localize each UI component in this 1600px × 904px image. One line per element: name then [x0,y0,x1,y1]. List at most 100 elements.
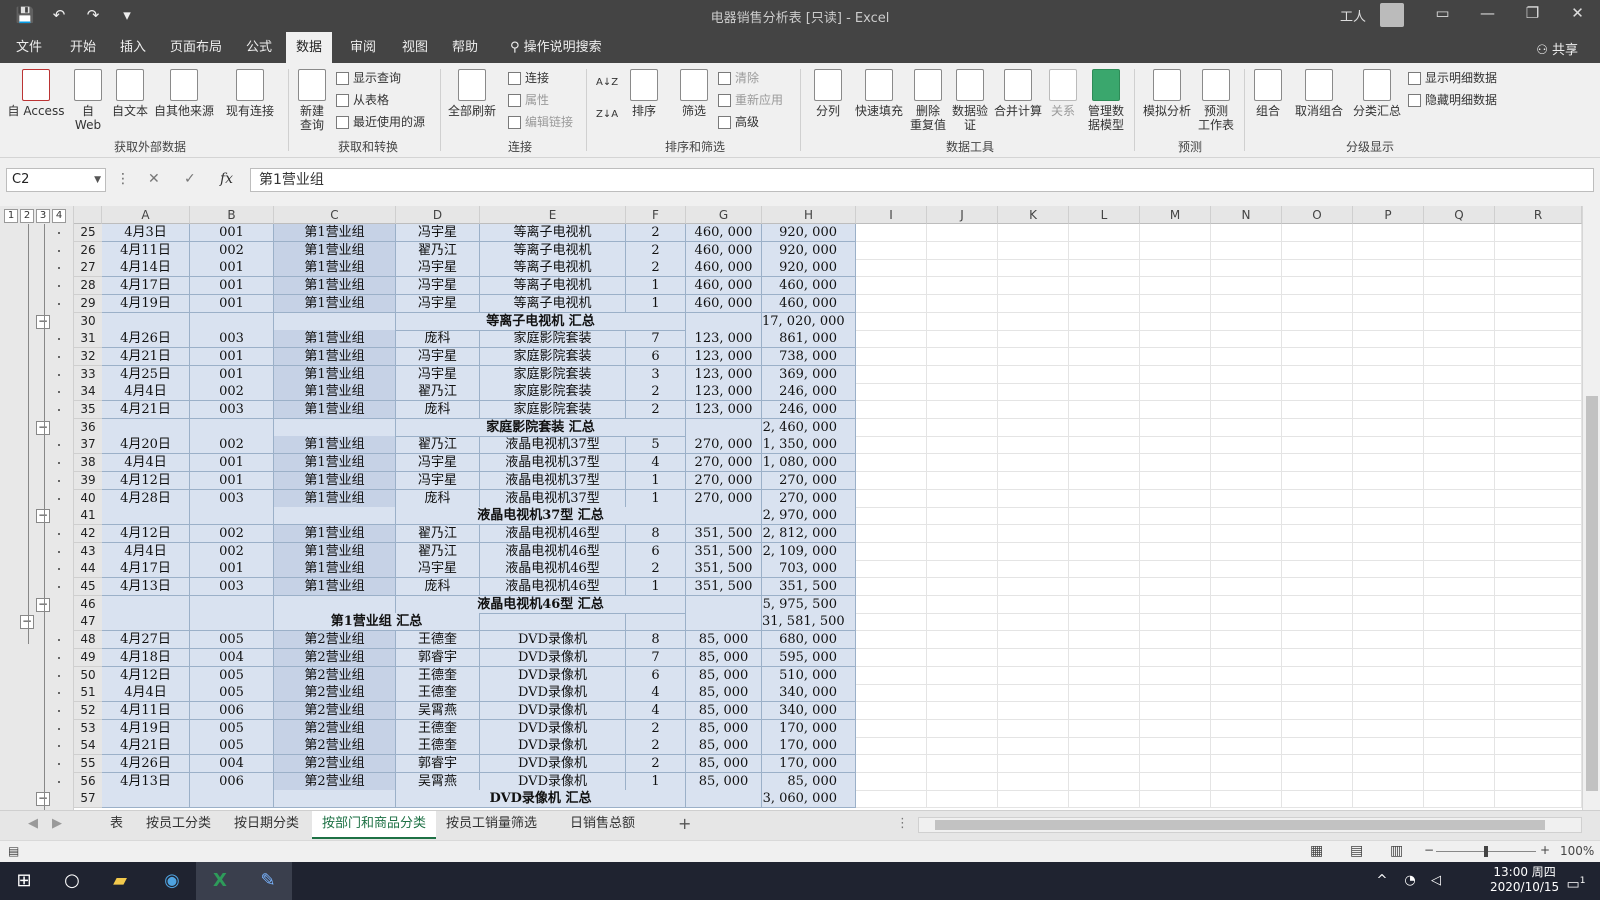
col-d-cell[interactable]: 冯宇星 [396,348,480,366]
empty-cell[interactable] [1424,649,1495,667]
col-e-cell[interactable]: 液晶电视机46型 [480,543,626,561]
file-explorer-icon[interactable]: ▰ [96,862,144,900]
empty-cell[interactable] [1282,525,1353,543]
empty-cell[interactable] [1140,436,1211,454]
empty-cell[interactable] [1282,755,1353,773]
row-header[interactable]: 44 [74,560,102,578]
col-g-cell[interactable]: 460, 000 [686,277,762,295]
empty-cell[interactable] [1211,773,1282,791]
col-a-cell[interactable]: 4月28日 [102,490,190,508]
empty-cell[interactable] [1495,720,1582,738]
clear-filter-button[interactable]: 清除 [718,68,759,88]
zoom-slider-thumb[interactable] [1484,846,1488,857]
col-d-cell[interactable]: 冯宇星 [396,224,480,242]
col-d-cell[interactable]: 翟乃江 [396,525,480,543]
empty-cell[interactable] [1140,507,1211,525]
empty-cell[interactable] [1069,578,1140,596]
from-access-button[interactable]: 自 Access [6,69,66,118]
empty-cell[interactable] [998,596,1069,614]
cell-amount[interactable]: 738, 000 [762,348,856,366]
empty-cell[interactable] [998,702,1069,720]
insert-function-icon[interactable]: fx [220,171,233,187]
empty-cell[interactable] [274,790,396,808]
col-e-cell[interactable]: 液晶电视机37型 [480,436,626,454]
col-a-cell[interactable]: 4月3日 [102,224,190,242]
chevron-down-icon[interactable]: ▼ [94,169,101,191]
col-e-cell[interactable]: 家庭影院套装 [480,401,626,419]
empty-cell[interactable] [927,702,998,720]
empty-cell[interactable] [1353,737,1424,755]
col-f-cell[interactable]: 2 [626,401,686,419]
col-g-cell[interactable]: 85, 000 [686,631,762,649]
empty-cell[interactable] [1069,454,1140,472]
col-a-cell[interactable]: 4月26日 [102,330,190,348]
empty-cell[interactable] [927,737,998,755]
empty-cell[interactable] [1069,330,1140,348]
column-header-g[interactable]: G [686,206,762,224]
empty-cell[interactable] [1424,277,1495,295]
empty-cell[interactable] [626,613,686,631]
empty-cell[interactable] [998,737,1069,755]
empty-cell[interactable] [1282,649,1353,667]
col-g-cell[interactable]: 460, 000 [686,242,762,260]
row-header[interactable]: 48 [74,631,102,649]
empty-cell[interactable] [1069,543,1140,561]
col-d-cell[interactable]: 冯宇星 [396,472,480,490]
empty-cell[interactable] [1495,295,1582,313]
empty-cell[interactable] [1140,277,1211,295]
sheet-tab-sales-filter[interactable]: 按员工销量筛选 [436,811,547,839]
col-b-cell[interactable]: 001 [190,277,274,295]
col-c-cell[interactable]: 第2营业组 [274,631,396,649]
col-c-cell[interactable]: 第1营业组 [274,330,396,348]
empty-cell[interactable] [1495,702,1582,720]
sheet-nav-next[interactable]: ▶ [42,811,72,839]
col-a-cell[interactable]: 4月20日 [102,436,190,454]
col-e-cell[interactable]: 等离子电视机 [480,277,626,295]
from-other-sources-button[interactable]: 自其他来源 [152,69,216,118]
subtotal-label[interactable]: DVD录像机 汇总 [396,790,686,808]
empty-cell[interactable] [1069,401,1140,419]
row-header[interactable]: 30 [74,313,102,331]
empty-cell[interactable] [686,313,762,331]
col-g-cell[interactable]: 123, 000 [686,330,762,348]
empty-cell[interactable] [1069,525,1140,543]
empty-cell[interactable] [998,631,1069,649]
empty-cell[interactable] [1140,613,1211,631]
col-g-cell[interactable]: 270, 000 [686,454,762,472]
empty-cell[interactable] [1282,667,1353,685]
empty-cell[interactable] [190,790,274,808]
empty-cell[interactable] [1282,472,1353,490]
reapply-button[interactable]: 重新应用 [718,90,783,110]
col-c-cell[interactable]: 第1营业组 [274,454,396,472]
empty-cell[interactable] [998,401,1069,419]
empty-cell[interactable] [1211,720,1282,738]
empty-cell[interactable] [856,507,927,525]
empty-cell[interactable] [998,242,1069,260]
empty-cell[interactable] [1140,401,1211,419]
empty-cell[interactable] [856,348,927,366]
hide-detail-button[interactable]: 隐藏明细数据 [1408,90,1497,110]
empty-cell[interactable] [1353,330,1424,348]
empty-cell[interactable] [1353,667,1424,685]
col-d-cell[interactable]: 冯宇星 [396,366,480,384]
cell-amount[interactable]: 680, 000 [762,631,856,649]
col-a-cell[interactable]: 4月17日 [102,277,190,295]
empty-cell[interactable] [274,313,396,331]
empty-cell[interactable] [927,224,998,242]
col-e-cell[interactable]: 液晶电视机37型 [480,472,626,490]
empty-cell[interactable] [1424,472,1495,490]
empty-cell[interactable] [1424,525,1495,543]
col-g-cell[interactable]: 85, 000 [686,773,762,791]
col-d-cell[interactable]: 翟乃江 [396,383,480,401]
empty-cell[interactable] [1069,295,1140,313]
col-b-cell[interactable]: 001 [190,224,274,242]
subtotal-label[interactable]: 家庭影院套装 汇总 [396,419,686,437]
col-f-cell[interactable]: 7 [626,330,686,348]
col-b-cell[interactable]: 001 [190,348,274,366]
row-header[interactable]: 53 [74,720,102,738]
empty-cell[interactable] [1424,790,1495,808]
empty-cell[interactable] [1495,490,1582,508]
share-button[interactable]: ⚇ 共享 [1536,39,1578,58]
empty-cell[interactable] [856,790,927,808]
empty-cell[interactable] [1282,596,1353,614]
